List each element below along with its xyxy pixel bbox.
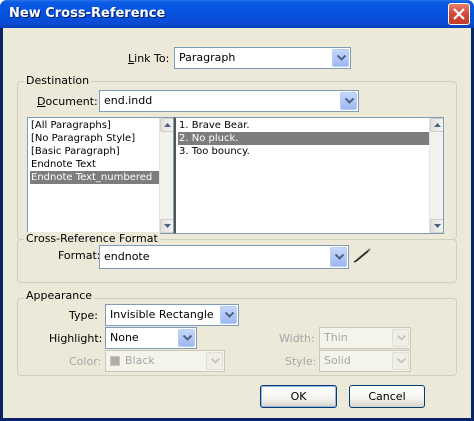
paragraph-list-scrollbar[interactable] (429, 118, 443, 233)
format-label: Format: (58, 249, 101, 262)
paragraph-list[interactable]: 1. Brave Bear. 2. No pluck. 3. Too bounc… (174, 117, 444, 234)
document-dropdown-button[interactable] (340, 92, 357, 110)
close-button[interactable] (448, 3, 470, 25)
chevron-down-icon (397, 335, 406, 341)
chevron-down-icon (164, 224, 171, 228)
color-label: Color: (69, 355, 102, 368)
highlight-select[interactable]: None (105, 327, 197, 349)
link-to-dropdown-button[interactable] (332, 49, 349, 67)
type-select[interactable]: Invisible Rectangle (105, 304, 239, 326)
width-label: Width: (279, 332, 315, 345)
chevron-up-icon (164, 123, 171, 127)
chevron-down-icon (397, 358, 406, 364)
color-select[interactable]: Black (105, 350, 225, 372)
close-icon (453, 8, 465, 20)
document-value: end.indd (104, 94, 153, 107)
type-value: Invisible Rectangle (110, 308, 214, 321)
format-value: endnote (104, 250, 150, 263)
list-item-selected[interactable]: Endnote Text_numbered (30, 171, 159, 184)
chevron-down-icon (183, 335, 192, 341)
paragraph-style-scrollbar[interactable] (159, 118, 173, 233)
style-label: Style: (285, 355, 317, 368)
chevron-down-icon (337, 55, 346, 61)
link-to-label: Link To: (128, 52, 170, 65)
type-label: Type: (69, 309, 98, 322)
pencil-icon (353, 248, 371, 263)
scroll-up-button[interactable] (160, 118, 173, 132)
chevron-down-icon (335, 254, 344, 260)
document-select[interactable]: end.indd (99, 90, 359, 112)
color-value: Black (125, 354, 155, 367)
color-swatch (110, 356, 120, 366)
chevron-down-icon (345, 98, 354, 104)
width-value: Thin (324, 331, 348, 344)
chevron-up-icon (434, 123, 441, 127)
style-value: Solid (324, 354, 351, 367)
paragraph-style-list[interactable]: [All Paragraphs] [No Paragraph Style] [B… (27, 117, 174, 234)
scroll-down-button[interactable] (160, 219, 173, 233)
link-to-select[interactable]: Paragraph (174, 47, 351, 69)
format-group-title: Cross-Reference Format (24, 232, 160, 245)
width-select[interactable]: Thin (319, 327, 411, 349)
document-label: Document: (37, 95, 98, 108)
cancel-button[interactable]: Cancel (349, 385, 425, 408)
edit-format-button[interactable] (352, 247, 374, 265)
chevron-down-icon (434, 224, 441, 228)
style-select[interactable]: Solid (319, 350, 411, 372)
highlight-dropdown-button[interactable] (178, 329, 195, 347)
chevron-down-icon (211, 358, 220, 364)
title-bar[interactable]: New Cross-Reference (0, 0, 474, 28)
scroll-down-button[interactable] (430, 219, 443, 233)
list-item[interactable]: 3. Too bouncy. (178, 145, 429, 158)
link-to-value: Paragraph (179, 51, 236, 64)
list-item[interactable]: [Basic Paragraph] (30, 145, 159, 158)
type-dropdown-button[interactable] (220, 306, 237, 324)
appearance-group-title: Appearance (24, 289, 95, 302)
width-dropdown-button[interactable] (392, 329, 409, 347)
destination-group-title: Destination (24, 74, 92, 87)
scroll-up-button[interactable] (430, 118, 443, 132)
list-item[interactable]: Endnote Text (30, 158, 159, 171)
format-select[interactable]: endnote (99, 245, 349, 269)
style-dropdown-button[interactable] (392, 352, 409, 370)
list-item-selected[interactable]: 2. No pluck. (178, 132, 429, 145)
chevron-down-icon (225, 312, 234, 318)
list-item[interactable]: [No Paragraph Style] (30, 132, 159, 145)
dialog-window: New Cross-Reference Link To: Paragraph D… (0, 0, 474, 421)
list-item[interactable]: 1. Brave Bear. (178, 119, 429, 132)
window-title: New Cross-Reference (9, 6, 166, 21)
format-dropdown-button[interactable] (330, 247, 347, 267)
list-item[interactable]: [All Paragraphs] (30, 119, 159, 132)
ok-button[interactable]: OK (260, 385, 337, 408)
dialog-client: Link To: Paragraph Destination Document:… (3, 28, 471, 418)
highlight-value: None (110, 331, 139, 344)
highlight-label: Highlight: (49, 332, 103, 345)
color-dropdown-button[interactable] (206, 352, 223, 370)
